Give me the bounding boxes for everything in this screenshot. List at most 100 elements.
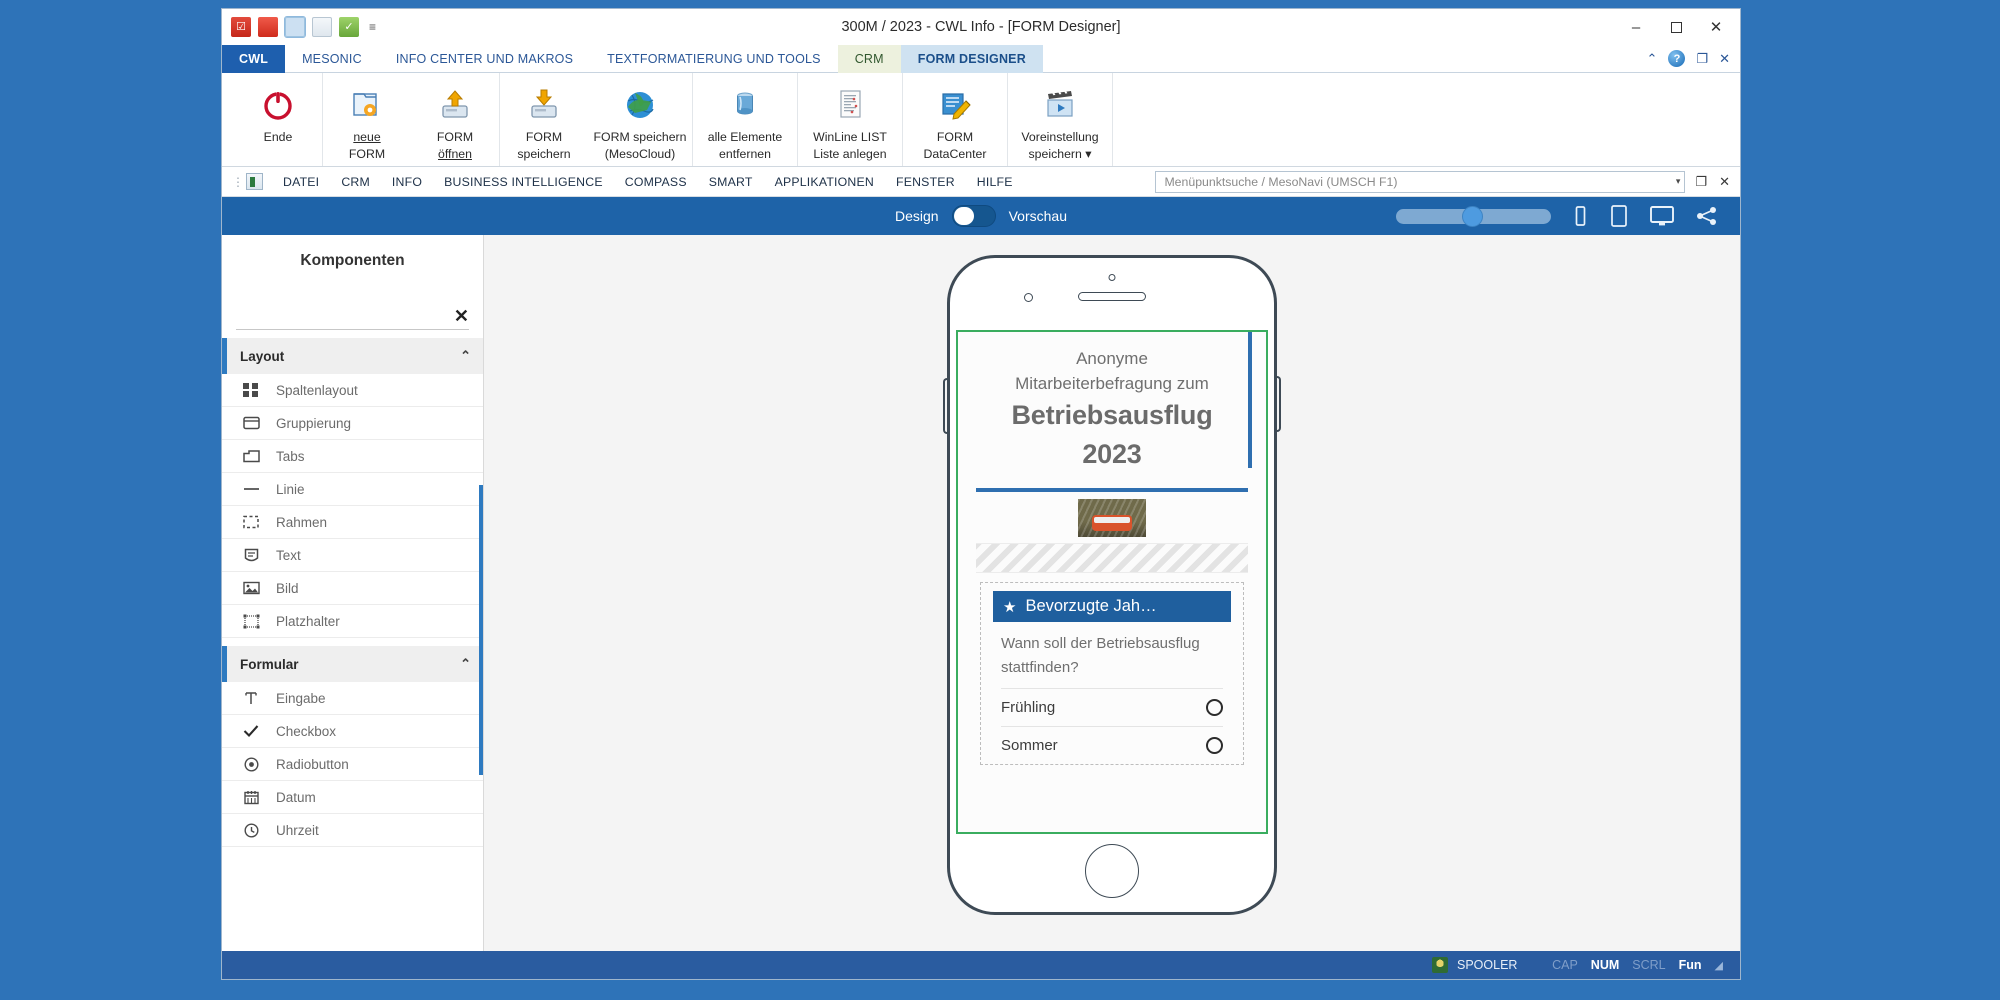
component-uhrzeit[interactable]: Uhrzeit <box>222 814 483 847</box>
mdi-close-icon[interactable]: ✕ <box>1717 174 1732 190</box>
question-card-header[interactable]: ★ Bevorzugte Jah… <box>993 591 1231 622</box>
chevron-up-icon[interactable]: ⌃ <box>460 656 471 672</box>
header-subtitle-line2: Mitarbeiterbefragung zum <box>1015 374 1209 393</box>
menu-item-fenster[interactable]: FENSTER <box>885 175 966 189</box>
menu-item-smart[interactable]: SMART <box>698 175 764 189</box>
placeholder-hatch-area[interactable] <box>976 543 1248 573</box>
alle-elemente-entfernen-button[interactable]: alle Elemente entfernen <box>693 73 797 166</box>
component-text[interactable]: Text <box>222 539 483 572</box>
status-spooler-group[interactable]: SPOOLER <box>1432 957 1517 973</box>
component-label: Spaltenlayout <box>276 382 358 398</box>
close-document-icon[interactable]: ✕ <box>1719 51 1730 67</box>
bus-photo[interactable] <box>1078 499 1146 537</box>
component-eingabe[interactable]: Eingabe <box>222 682 483 715</box>
tab-textformatierung-und-tools[interactable]: TEXTFORMATIERUNG UND TOOLS <box>590 45 838 73</box>
menu-item-crm[interactable]: CRM <box>330 175 381 189</box>
mdi-restore-icon[interactable]: ❐ <box>1693 174 1709 190</box>
chevron-up-icon[interactable]: ⌃ <box>460 348 471 364</box>
menu-item-hilfe[interactable]: HILFE <box>966 175 1024 189</box>
check-green-icon[interactable]: ✓ <box>339 17 359 37</box>
winline-list-label-2: Liste anlegen <box>813 147 887 161</box>
component-platzhalter[interactable]: Platzhalter <box>222 605 483 638</box>
tab-form-designer[interactable]: FORM DESIGNER <box>900 45 1043 73</box>
component-search-input[interactable] <box>236 311 454 326</box>
component-label: Rahmen <box>276 514 328 530</box>
neue-form-button[interactable]: neue FORM <box>323 73 411 166</box>
clapboard-icon <box>1042 82 1078 128</box>
star-icon: ★ <box>1003 598 1017 616</box>
title-bar: ☑ ✓ ≡ 300M / 2023 - CWL Info - [FORM Des… <box>222 9 1740 45</box>
settings-nodes-icon[interactable] <box>1696 206 1718 226</box>
component-gruppierung[interactable]: Gruppierung <box>222 407 483 440</box>
form-grey-icon[interactable] <box>312 17 332 37</box>
winline-list-button[interactable]: WinLine LIST Liste anlegen <box>798 73 902 166</box>
ende-label: Ende <box>263 130 293 144</box>
option-row-sommer[interactable]: Sommer <box>1001 726 1223 764</box>
help-icon[interactable]: ? <box>1668 50 1686 67</box>
phone-icon[interactable] <box>1573 206 1588 226</box>
question-card[interactable]: ★ Bevorzugte Jah… Wann soll der Betriebs… <box>980 582 1244 765</box>
resize-grip-icon[interactable]: ◢ <box>1715 959 1724 972</box>
menu-search-area: Menüpunktsuche / MesoNavi (UMSCH F1) ▾ ❐… <box>1155 170 1740 193</box>
radio-icon[interactable] <box>1206 699 1223 716</box>
form-speichern-button[interactable]: FORM speichern <box>500 73 588 166</box>
menu-item-datei[interactable]: DATEI <box>272 175 330 189</box>
tab-crm[interactable]: CRM <box>837 45 901 73</box>
menu-item-applikationen[interactable]: APPLIKATIONEN <box>764 175 885 189</box>
menu-item-compass[interactable]: COMPASS <box>614 175 698 189</box>
zoom-slider-knob[interactable] <box>1462 205 1483 227</box>
header-title: Betriebsausflug <box>1011 400 1213 430</box>
form-blue-icon[interactable] <box>284 16 306 38</box>
checkbox-red-icon[interactable]: ☑ <box>231 17 251 37</box>
menu-app-icon[interactable] <box>246 173 263 190</box>
category-header-layout[interactable]: Layout ⌃ <box>222 338 483 374</box>
clear-search-icon[interactable]: ✕ <box>454 307 469 326</box>
component-linie[interactable]: Linie <box>222 473 483 506</box>
radio-icon[interactable] <box>1206 737 1223 754</box>
component-label: Tabs <box>276 448 305 464</box>
category-header-formular[interactable]: Formular ⌃ <box>222 646 483 682</box>
component-label: Uhrzeit <box>276 822 319 838</box>
component-tabs[interactable]: Tabs <box>222 440 483 473</box>
option-row-fruehling[interactable]: Frühling <box>1001 688 1223 726</box>
component-checkbox[interactable]: Checkbox <box>222 715 483 748</box>
tab-cwl[interactable]: CWL <box>222 45 286 73</box>
component-datum[interactable]: Datum <box>222 781 483 814</box>
maximize-button[interactable] <box>1656 13 1696 41</box>
ende-button[interactable]: Ende <box>234 73 322 166</box>
quick-access-more-icon[interactable]: ≡ <box>366 20 376 34</box>
menu-grip-icon[interactable]: ⋮ <box>232 175 246 189</box>
spooler-icon <box>1432 957 1448 973</box>
status-num: NUM <box>1590 958 1620 972</box>
form-speichern-mesocloud-button[interactable]: FORM speichern (MesoCloud) <box>588 73 692 166</box>
desktop-icon[interactable] <box>1650 205 1674 227</box>
menu-search-combo[interactable]: Menüpunktsuche / MesoNavi (UMSCH F1) ▾ <box>1155 170 1686 193</box>
form-oeffnen-button[interactable]: FORM öffnen <box>411 73 499 166</box>
close-button[interactable]: ✕ <box>1696 13 1736 41</box>
mesonic-red-icon[interactable] <box>258 17 278 37</box>
menu-item-business-intelligence[interactable]: BUSINESS INTELLIGENCE <box>433 175 614 189</box>
design-preview-toggle[interactable] <box>951 205 996 227</box>
restore-window-icon[interactable]: ❐ <box>1696 51 1708 67</box>
minimize-button[interactable]: – <box>1616 13 1656 41</box>
component-bild[interactable]: Bild <box>222 572 483 605</box>
form-datacenter-label-1: FORM <box>936 130 974 144</box>
vorschau-label: Vorschau <box>1008 208 1067 224</box>
component-rahmen[interactable]: Rahmen <box>222 506 483 539</box>
chevron-down-icon[interactable]: ▾ <box>1676 176 1681 187</box>
component-label: Linie <box>276 481 305 497</box>
tab-info-center-und-makros[interactable]: INFO CENTER UND MAKROS <box>379 45 590 73</box>
voreinstellung-speichern-button[interactable]: Voreinstellung speichern ▾ <box>1008 73 1112 166</box>
tab-mesonic[interactable]: MESONIC <box>285 45 379 73</box>
form-preview-screen[interactable]: Anonyme Mitarbeiterbefragung zum Betrieb… <box>956 330 1268 834</box>
form-datacenter-button[interactable]: FORM DataCenter <box>903 73 1007 166</box>
tablet-icon[interactable] <box>1610 205 1628 227</box>
menu-item-info[interactable]: INFO <box>381 175 433 189</box>
winline-list-label-1: WinLine LIST <box>813 130 887 144</box>
component-radiobutton[interactable]: Radiobutton <box>222 748 483 781</box>
sidebar-scrollbar[interactable] <box>479 485 483 775</box>
collapse-ribbon-icon[interactable]: ⌃ <box>1647 51 1658 67</box>
component-spaltenlayout[interactable]: Spaltenlayout <box>222 374 483 407</box>
zoom-slider[interactable] <box>1396 205 1551 227</box>
design-canvas[interactable]: Anonyme Mitarbeiterbefragung zum Betrieb… <box>484 235 1740 951</box>
